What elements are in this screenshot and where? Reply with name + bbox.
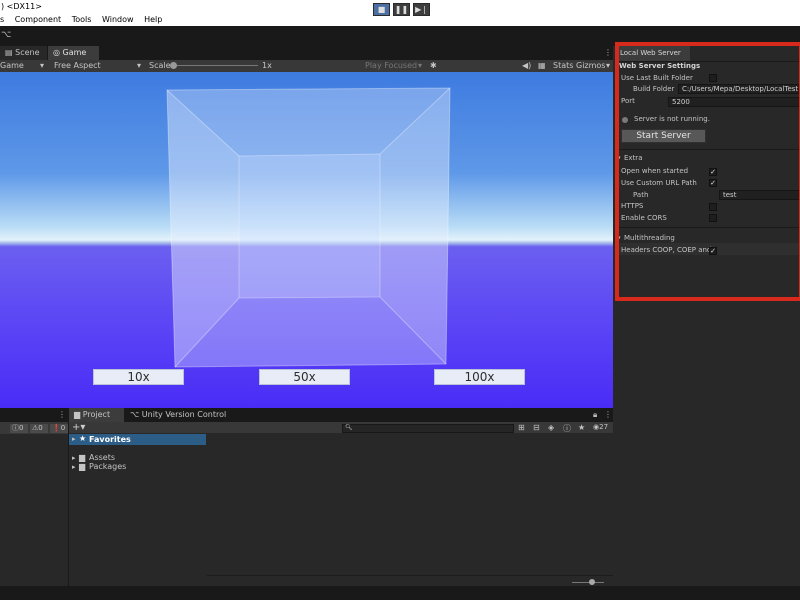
search-by-label-icon[interactable]: ⊟: [533, 423, 540, 432]
icon-size-slider-handle[interactable]: [589, 579, 595, 585]
tab-scene[interactable]: ▤ Scene: [0, 46, 47, 60]
scale-value: 1x: [262, 61, 272, 70]
chevron-down-icon: ▾: [418, 61, 423, 70]
icon-size-slider-track[interactable]: [572, 582, 604, 583]
error-icon: ❗: [52, 424, 61, 432]
scene-icon: ▤: [5, 48, 16, 57]
scale-label: Scale: [149, 61, 171, 70]
hidden-packages-toggle[interactable]: ◉27: [593, 423, 608, 431]
play-button[interactable]: ■: [373, 3, 390, 16]
folder-icon: ▆: [79, 453, 86, 462]
foldout-arrow-icon[interactable]: ▸: [72, 454, 76, 462]
bug-icon[interactable]: ✱: [430, 60, 437, 72]
game-options-bar: Game ▾ Free Aspect ▾ Scale 1x Play Focus…: [0, 60, 613, 72]
gizmos-button[interactable]: Gizmos: [576, 60, 605, 72]
folder-icon: ▆: [74, 410, 83, 419]
chevron-down-icon: ▾: [40, 61, 45, 70]
multiplier-button-100x[interactable]: 100x: [434, 369, 525, 385]
game-icon: ◎: [53, 48, 63, 57]
multiplier-button-50x[interactable]: 50x: [259, 369, 350, 385]
log-count-badge[interactable]: ⓘ0: [10, 424, 28, 433]
project-file-view: [207, 433, 613, 586]
star-icon[interactable]: ★: [578, 423, 585, 432]
tree-item-favorites[interactable]: ▸ ★ Favorites: [69, 434, 206, 445]
pause-icon: ❚❚: [394, 5, 409, 14]
chevron-down-icon: ▾: [606, 61, 611, 70]
version-control-icon[interactable]: ⌥: [1, 30, 11, 40]
project-status-bar: [207, 575, 613, 586]
scale-slider-handle[interactable]: [170, 62, 177, 69]
display-dropdown[interactable]: Game: [0, 60, 24, 72]
tab-scene-label: Scene: [15, 48, 40, 57]
favorites-label: Favorites: [89, 435, 131, 444]
multiplier-button-10x[interactable]: 10x: [93, 369, 184, 385]
audio-mute-icon[interactable]: ◀): [522, 60, 531, 72]
label-icon[interactable]: ◈: [548, 423, 554, 432]
star-icon: ★: [79, 434, 87, 443]
menu-item-file-partial[interactable]: s: [0, 13, 4, 26]
add-button[interactable]: +▾: [72, 422, 85, 433]
project-search-input[interactable]: 🔍︎: [342, 424, 514, 433]
step-icon: ▶❘: [415, 5, 428, 14]
folder-icon: ▆: [79, 462, 86, 471]
cube-render: [166, 87, 451, 368]
chevron-down-icon: ▾: [137, 61, 142, 70]
foldout-arrow-icon[interactable]: ▸: [72, 463, 76, 471]
highlight-box: [615, 42, 800, 301]
step-button[interactable]: ▶❘: [413, 3, 430, 16]
warning-count-badge[interactable]: ⚠0: [30, 424, 48, 433]
tab-game-label: Game: [62, 48, 87, 57]
tab-unity-version-control[interactable]: ⌥ Unity Version Control: [128, 408, 248, 422]
tree-item-packages[interactable]: ▸ ▆ Packages: [69, 462, 206, 472]
stats-button[interactable]: Stats: [553, 60, 573, 72]
tab-project[interactable]: ▆ Project: [69, 408, 124, 422]
panel-menu-icon[interactable]: ⋮: [604, 410, 612, 419]
console-panel: [0, 408, 68, 586]
pause-button[interactable]: ❚❚: [393, 3, 410, 16]
status-bar: [0, 586, 800, 600]
error-count-badge[interactable]: ❗0: [50, 424, 68, 433]
project-toolbar: [69, 422, 613, 433]
keyboard-icon[interactable]: ▦: [538, 60, 546, 72]
game-viewport[interactable]: 10x 50x 100x: [0, 72, 613, 408]
scale-slider-track[interactable]: [172, 65, 258, 66]
tab-game[interactable]: ◎ Game: [48, 46, 99, 60]
panel-menu-icon[interactable]: ⋮: [604, 48, 612, 57]
aspect-dropdown[interactable]: Free Aspect: [54, 60, 101, 72]
search-by-type-icon[interactable]: ⊞: [518, 423, 525, 432]
lock-icon[interactable]: 🔒︎: [593, 410, 597, 420]
assets-label: Assets: [89, 453, 116, 462]
packages-label: Packages: [89, 462, 127, 471]
stop-icon: ■: [377, 5, 386, 14]
play-focused-dropdown[interactable]: Play Focused: [365, 60, 417, 72]
search-icon: 🔍︎: [345, 424, 353, 431]
menu-item-component[interactable]: Component: [15, 13, 61, 26]
menu-item-help[interactable]: Help: [144, 13, 162, 26]
menu-item-window[interactable]: Window: [102, 13, 134, 26]
info-icon: ⓘ: [12, 424, 19, 432]
foldout-arrow-icon[interactable]: ▸: [72, 435, 76, 443]
branch-icon: ⌥: [130, 410, 142, 419]
panel-menu-icon[interactable]: ⋮: [58, 410, 66, 419]
menu-item-tools[interactable]: Tools: [72, 13, 92, 26]
